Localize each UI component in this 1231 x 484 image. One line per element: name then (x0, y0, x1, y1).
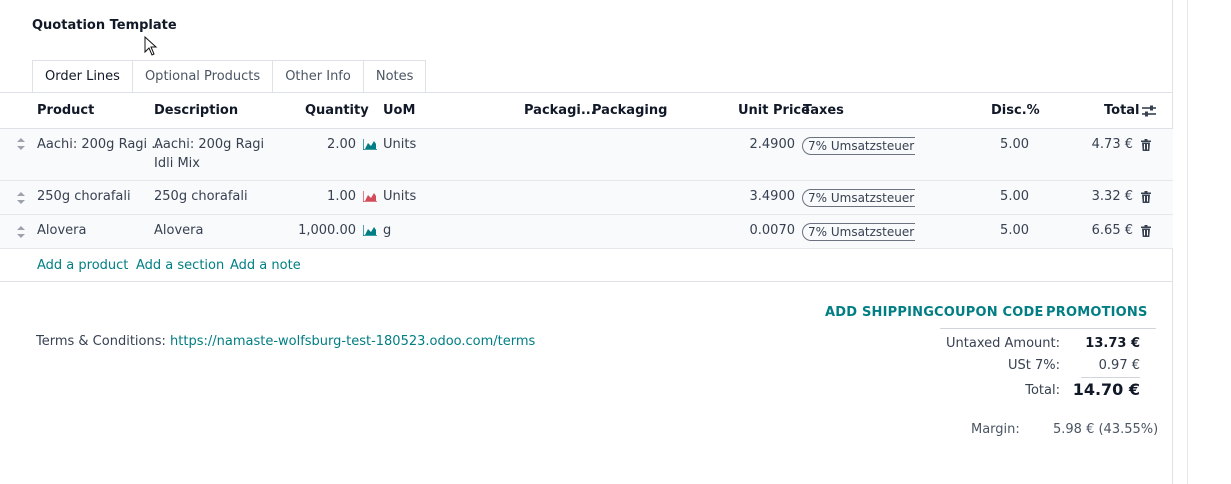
total-value: 14.70 € (1072, 380, 1140, 399)
product-cell[interactable]: 250g chorafali (37, 189, 131, 204)
add-line-links: Add a product Add a section Add a note (0, 249, 1173, 282)
quotation-template-label: Quotation Template (32, 18, 177, 33)
column-header-uom[interactable]: UoM (383, 103, 415, 118)
tax-badge[interactable]: 7% Umsatzsteuer (in (802, 223, 915, 241)
totals-divider (940, 328, 1156, 329)
discount-cell[interactable]: 5.00 (1000, 223, 1029, 238)
tab-optional-products[interactable]: Optional Products (131, 60, 274, 93)
product-cell[interactable]: Aachi: 200g Ragi ... (37, 137, 164, 152)
drag-handle-icon[interactable] (17, 192, 25, 204)
terms-label: Terms & Conditions: (36, 334, 171, 349)
trash-icon[interactable] (1141, 191, 1151, 203)
uom-cell[interactable]: Units (383, 137, 416, 152)
column-header-quantity[interactable]: Quantity (305, 103, 369, 118)
description-cell[interactable]: Aachi: 200g Ragi (154, 137, 264, 152)
tax-value: 0.97 € (1098, 358, 1140, 373)
drag-handle-icon[interactable] (17, 138, 25, 150)
margin-value: 5.98 € (43.55%) (1053, 422, 1159, 437)
total-cell: 4.73 € (1091, 137, 1133, 152)
untaxed-amount-label: Untaxed Amount: (946, 336, 1060, 351)
discount-cell[interactable]: 5.00 (1000, 137, 1029, 152)
tab-other-info[interactable]: Other Info (272, 60, 364, 93)
tab-order-lines[interactable]: Order Lines (32, 60, 133, 93)
tax-label: USt 7%: (1008, 358, 1060, 373)
column-header-product[interactable]: Product (37, 103, 94, 118)
description-cell[interactable]: 250g chorafali (154, 189, 248, 204)
table-row[interactable]: Alovera Alovera 1,000.00 g 0.0070 7% Ums… (0, 215, 1173, 249)
uom-cell[interactable]: g (383, 223, 391, 238)
unit-price-cell[interactable]: 0.0070 (750, 223, 796, 238)
add-section-link[interactable]: Add a section (136, 258, 224, 273)
trash-icon[interactable] (1141, 139, 1151, 151)
table-header: Product Description Quantity UoM Packagi… (0, 93, 1173, 129)
terms-and-conditions: Terms & Conditions: https://namaste-wolf… (36, 334, 535, 349)
column-header-packaging-qty[interactable]: Packagi... (524, 103, 596, 118)
total-cell: 6.65 € (1091, 223, 1133, 238)
total-divider (1081, 377, 1140, 378)
tax-badge[interactable]: 7% Umsatzsteuer (in (802, 137, 915, 155)
unit-price-cell[interactable]: 2.4900 (750, 137, 796, 152)
right-gutter (1173, 0, 1231, 484)
form-sheet: Quotation Template Order Lines Optional … (0, 0, 1173, 484)
table-row[interactable]: 250g chorafali 250g chorafali 1.00 Units… (0, 181, 1173, 215)
uom-cell[interactable]: Units (383, 189, 416, 204)
tax-badge[interactable]: 7% Umsatzsteuer (in (802, 189, 915, 207)
total-cell: 3.32 € (1091, 189, 1133, 204)
untaxed-amount-value: 13.73 € (1085, 336, 1140, 351)
quantity-cell[interactable]: 2.00 (327, 137, 356, 152)
add-product-link[interactable]: Add a product (37, 258, 128, 273)
description-cell[interactable]: Alovera (154, 223, 203, 238)
margin-label: Margin: (971, 422, 1020, 437)
tab-notes[interactable]: Notes (362, 60, 427, 93)
notebook-tabs: Order Lines Optional Products Other Info… (32, 60, 427, 93)
discount-cell[interactable]: 5.00 (1000, 189, 1029, 204)
mouse-cursor-icon (144, 36, 158, 56)
quantity-cell[interactable]: 1,000.00 (298, 223, 356, 238)
add-note-link[interactable]: Add a note (230, 258, 301, 273)
column-header-total[interactable]: Total (1104, 103, 1140, 118)
coupon-code-button[interactable]: COUPON CODE (934, 305, 1044, 320)
forecast-chart-icon[interactable] (363, 225, 377, 236)
promotions-button[interactable]: PROMOTIONS (1046, 305, 1148, 320)
forecast-chart-icon[interactable] (363, 191, 377, 202)
description-cell-line2: Idli Mix (154, 156, 200, 171)
forecast-chart-icon[interactable] (363, 139, 377, 150)
add-shipping-button[interactable]: ADD SHIPPING (825, 305, 934, 320)
gutter-divider (1187, 0, 1188, 484)
optional-columns-icon[interactable] (1142, 105, 1156, 117)
column-header-packaging[interactable]: Packaging (592, 103, 667, 118)
column-header-description[interactable]: Description (154, 103, 238, 118)
total-label: Total: (1025, 383, 1060, 398)
unit-price-cell[interactable]: 3.4900 (750, 189, 796, 204)
trash-icon[interactable] (1141, 225, 1151, 237)
column-header-unit-price[interactable]: Unit Price (738, 103, 810, 118)
product-cell[interactable]: Alovera (37, 223, 86, 238)
column-header-discount[interactable]: Disc.% (991, 103, 1040, 118)
table-row[interactable]: Aachi: 200g Ragi ... Aachi: 200g Ragi Id… (0, 129, 1173, 181)
quantity-cell[interactable]: 1.00 (327, 189, 356, 204)
order-lines-table: Product Description Quantity UoM Packagi… (0, 93, 1173, 282)
column-header-taxes[interactable]: Taxes (803, 103, 844, 118)
terms-link[interactable]: https://namaste-wolfsburg-test-180523.od… (170, 334, 535, 349)
drag-handle-icon[interactable] (17, 226, 25, 238)
